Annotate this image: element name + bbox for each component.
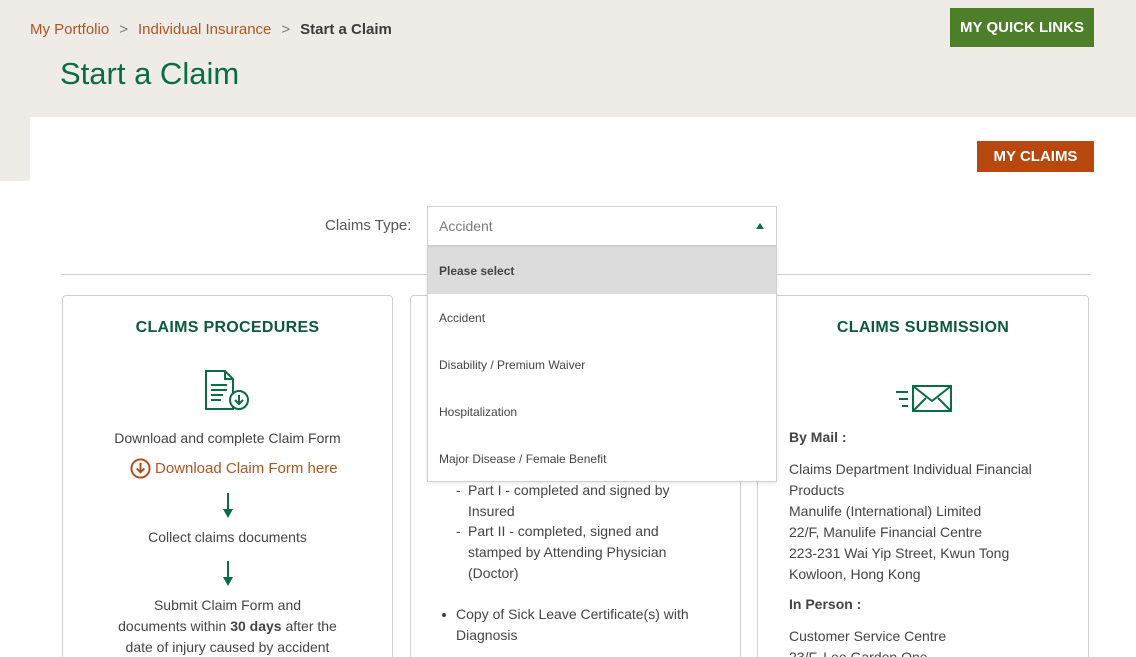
in-person-address: Customer Service Centre 23/F, Lee Garden… <box>789 628 947 657</box>
document-part2: - Part II - completed, signed and stampe… <box>456 523 667 581</box>
my-claims-button[interactable]: MY CLAIMS <box>977 141 1094 172</box>
option-disability-premium-waiver[interactable]: Disability / Premium Waiver <box>428 341 776 388</box>
mail-address: Claims Department Individual Financial P… <box>789 461 1032 582</box>
envelope-icon <box>896 385 952 412</box>
circle-arrow-down-icon <box>130 458 151 479</box>
by-mail-heading: By Mail : <box>789 429 847 445</box>
caret-up-icon <box>756 223 764 229</box>
breadcrumb: My Portfolio > Individual Insurance > Start … <box>30 21 392 38</box>
claims-procedures-panel: CLAIMS PROCEDURES Download and complete … <box>62 295 393 657</box>
breadcrumb-separator: > <box>281 21 291 38</box>
breadcrumb-my-portfolio[interactable]: My Portfolio <box>30 21 109 38</box>
document-sick-leave: Copy of Sick Leave Certificate(s) with D… <box>442 604 706 646</box>
document-download-icon <box>205 370 249 410</box>
option-accident[interactable]: Accident <box>428 294 776 341</box>
claims-type-select[interactable]: Accident <box>427 206 777 246</box>
step-submit-line2-pre: documents within <box>118 618 231 634</box>
claims-type-label: Claims Type: <box>325 217 412 234</box>
bullet-dot <box>442 613 446 617</box>
step-submit-line3: date of injury caused by accident <box>125 639 330 655</box>
arrow-down-icon <box>223 493 233 518</box>
breadcrumb-separator: > <box>119 21 128 38</box>
step-submit-deadline: 30 days <box>230 618 282 634</box>
claims-procedures-title: CLAIMS PROCEDURES <box>135 319 320 336</box>
document-part1: - Part I - completed and signed by Insur… <box>456 482 670 519</box>
claims-submission-title: CLAIMS SUBMISSION <box>836 319 1010 336</box>
step-submit-line1: Submit Claim Form and <box>153 597 302 613</box>
list-dash: - <box>456 482 461 498</box>
claims-type-dropdown: Please select Accident Disability / Prem… <box>427 246 777 482</box>
page-title: Start a Claim <box>60 56 240 91</box>
download-claim-form-label: Download Claim Form here <box>155 460 338 477</box>
option-major-disease-female-benefit[interactable]: Major Disease / Female Benefit <box>428 435 776 482</box>
claims-type-value: Accident <box>439 218 493 234</box>
option-please-select[interactable]: Please select <box>428 247 776 294</box>
my-quick-links-button[interactable]: MY QUICK LINKS <box>950 8 1094 47</box>
breadcrumb-current: Start a Claim <box>300 21 392 38</box>
step-submit-line2-post: after the <box>281 618 337 634</box>
in-person-heading: In Person : <box>789 596 862 612</box>
download-claim-form-link[interactable]: Download Claim Form here <box>130 458 338 479</box>
arrow-down-icon <box>223 561 233 586</box>
list-dash: - <box>456 523 461 539</box>
breadcrumb-individual-insurance[interactable]: Individual Insurance <box>138 21 271 38</box>
step-submit-form: Submit Claim Form and documents within 3… <box>63 595 392 657</box>
claims-submission-panel: CLAIMS SUBMISSION By Mail : Claims Depar… <box>757 295 1089 657</box>
option-hospitalization[interactable]: Hospitalization <box>428 388 776 435</box>
step-collect-documents: Collect claims documents <box>148 529 307 545</box>
step-download-form: Download and complete Claim Form <box>114 430 341 446</box>
